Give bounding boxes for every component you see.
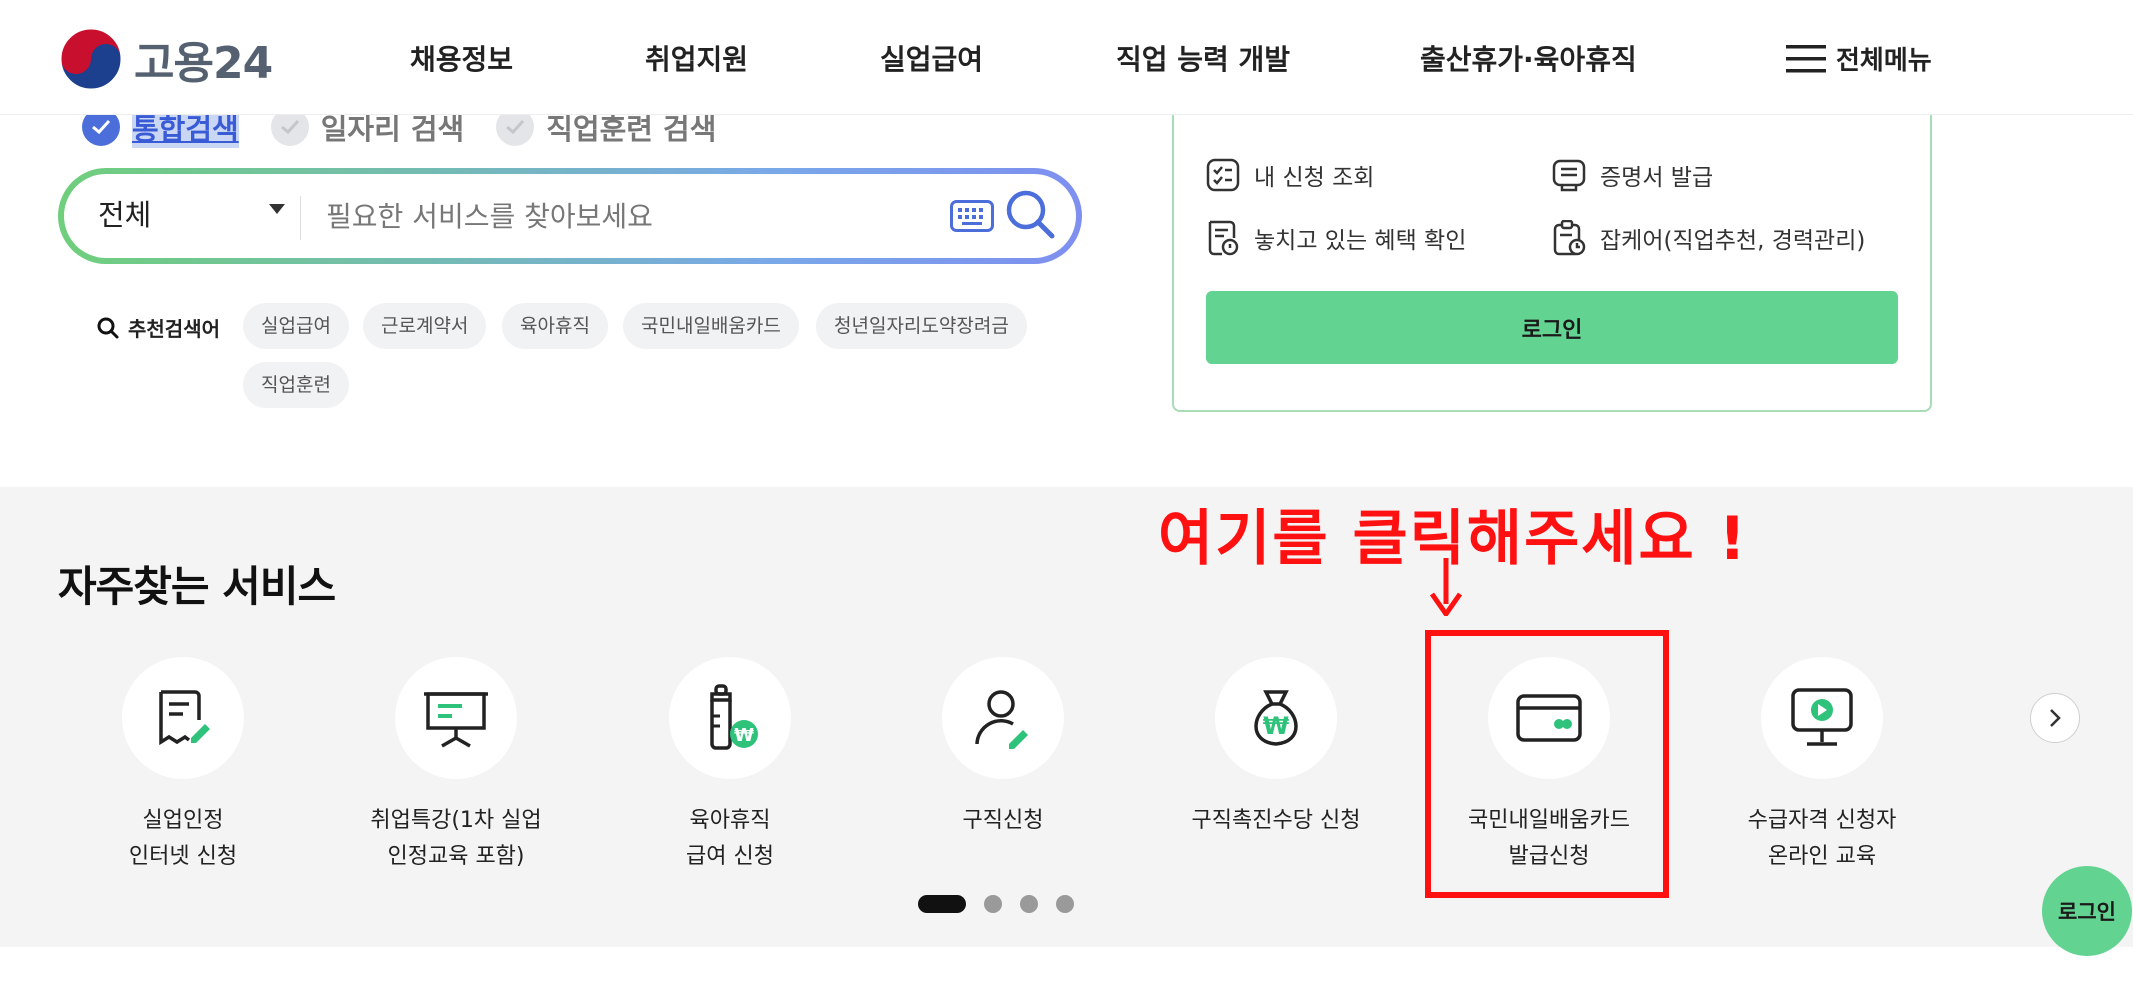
taegeuk-logo-icon [60, 28, 122, 90]
keyword-chip[interactable]: 국민내일배움카드 [623, 303, 799, 349]
nav-item-jobs[interactable]: 채용정보 [410, 38, 513, 78]
divider [300, 196, 301, 240]
carousel-pagination [918, 895, 1092, 913]
receipt-pen-icon [159, 690, 210, 746]
jobcare-link[interactable]: 잡케어(직업추천, 경력관리) [1552, 220, 1865, 256]
search-box-inner: 전체 [64, 174, 1076, 258]
service-employment-lecture[interactable]: 취업특강(1차 실업 인정교육 포함) [326, 657, 586, 875]
certificate-icon [1552, 159, 1586, 192]
service-icon-circle [1761, 657, 1883, 779]
dropdown-arrow-icon[interactable] [269, 204, 285, 214]
pagination-dot[interactable] [984, 895, 1002, 913]
panel-link-label: 놓치고 있는 혜택 확인 [1254, 228, 1467, 254]
recommended-keywords-label: 추천검색어 [96, 313, 220, 342]
certificate-link[interactable]: 증명서 발급 [1552, 158, 1713, 192]
keyword-chip[interactable]: 육아휴직 [502, 303, 608, 349]
service-job-promotion-allowance[interactable]: ₩ 구직촉진수당 신청 [1146, 657, 1406, 839]
keyword-chip[interactable]: 직업훈련 [243, 362, 349, 408]
service-unemployment-certification[interactable]: 실업인정 인터넷 신청 [53, 657, 313, 875]
search-box: 전체 [58, 168, 1082, 264]
service-label: 실업인정 인터넷 신청 [128, 808, 238, 869]
nav-item-parental-leave[interactable]: 출산휴가·육아휴직 [1420, 38, 1637, 78]
service-icon-circle [122, 657, 244, 779]
keyboard-icon[interactable] [950, 200, 994, 232]
service-label: 육아휴직 급여 신청 [686, 808, 774, 869]
chevron-right-icon [2050, 709, 2061, 727]
service-job-application[interactable]: 구직신청 [873, 657, 1133, 839]
arrow-down-icon [1429, 558, 1463, 616]
service-label: 구직신청 [962, 808, 1044, 833]
service-icon-circle: ₩ [669, 657, 791, 779]
service-label: 국민내일배움카드 발급신청 [1468, 808, 1630, 869]
panel-link-label: 증명서 발급 [1600, 165, 1714, 191]
checklist-icon [1206, 158, 1240, 192]
logo-text: 고용24 [134, 38, 273, 89]
nav-item-employment-support[interactable]: 취업지원 [645, 38, 748, 78]
service-label: 취업특강(1차 실업 인정교육 포함) [370, 808, 542, 869]
card-icon [1516, 694, 1582, 742]
pagination-dot[interactable] [1020, 895, 1038, 913]
service-label: 수급자격 신청자 온라인 교육 [1747, 808, 1897, 869]
svg-text:₩: ₩ [1263, 712, 1290, 740]
money-bag-won-icon: ₩ [1254, 690, 1298, 746]
pagination-dot[interactable] [918, 895, 966, 913]
service-online-education[interactable]: 수급자격 신청자 온라인 교육 [1692, 657, 1952, 875]
service-parental-leave-benefit[interactable]: ₩ 육아휴직 급여 신청 [600, 657, 860, 875]
monitor-play-icon [1791, 688, 1853, 746]
baby-bottle-won-icon: ₩ [710, 684, 758, 750]
floating-login-button[interactable]: 로그인 [2042, 866, 2132, 956]
site-header: 고용24 채용정보 취업지원 실업급여 직업 능력 개발 출산휴가·육아휴직 전… [0, 0, 2133, 115]
service-icon-circle [942, 657, 1064, 779]
service-icon-circle [395, 657, 517, 779]
nav-item-unemployment-benefit[interactable]: 실업급여 [880, 38, 983, 78]
recommended-label-text: 추천검색어 [128, 317, 220, 341]
section-title: 자주찾는 서비스 [58, 562, 336, 611]
my-application-link[interactable]: 내 신청 조회 [1206, 158, 1374, 192]
keyword-chip[interactable]: 실업급여 [243, 303, 349, 349]
clipboard-clock-icon [1553, 220, 1586, 256]
panel-link-label: 잡케어(직업추천, 경력관리) [1600, 228, 1866, 254]
keyword-chip[interactable]: 청년일자리도약장려금 [816, 303, 1027, 349]
presentation-board-icon [424, 692, 488, 748]
search-icon [97, 317, 119, 338]
hamburger-icon [1786, 44, 1826, 72]
keyword-chip[interactable]: 근로계약서 [363, 303, 487, 349]
login-button[interactable]: 로그인 [1206, 291, 1898, 364]
search-input[interactable] [326, 188, 986, 244]
service-label: 구직촉진수당 신청 [1191, 808, 1361, 833]
svg-text:₩: ₩ [734, 725, 754, 746]
panel-link-label: 내 신청 조회 [1254, 165, 1375, 191]
document-alert-icon [1208, 220, 1239, 256]
missed-benefits-link[interactable]: 놓치고 있는 혜택 확인 [1206, 220, 1466, 256]
logo[interactable]: 고용24 [60, 28, 273, 90]
service-icon-circle: ₩ [1215, 657, 1337, 779]
nav-item-job-skills[interactable]: 직업 능력 개발 [1116, 38, 1290, 78]
login-panel: 내 신청 조회 증명서 발급 놓치고 있는 혜택 확인 잡케어(직업추천, 경력… [1172, 86, 1932, 412]
pagination-dot[interactable] [1056, 895, 1074, 913]
service-icon-circle [1488, 657, 1610, 779]
all-menu-label: 전체메뉴 [1836, 46, 1932, 76]
person-pen-icon [975, 690, 1028, 749]
service-learning-card-issuance[interactable]: 국민내일배움카드 발급신청 [1419, 657, 1679, 875]
search-scope-select[interactable]: 전체 [98, 192, 151, 234]
carousel-next-button[interactable] [2030, 693, 2080, 743]
frequent-services-section: 자주찾는 서비스 실업인정 인터넷 신청 취업특강(1차 실업 인정교육 포함)… [0, 487, 2133, 947]
search-icon[interactable] [1004, 188, 1058, 242]
all-menu-button[interactable]: 전체메뉴 [1786, 40, 1932, 77]
